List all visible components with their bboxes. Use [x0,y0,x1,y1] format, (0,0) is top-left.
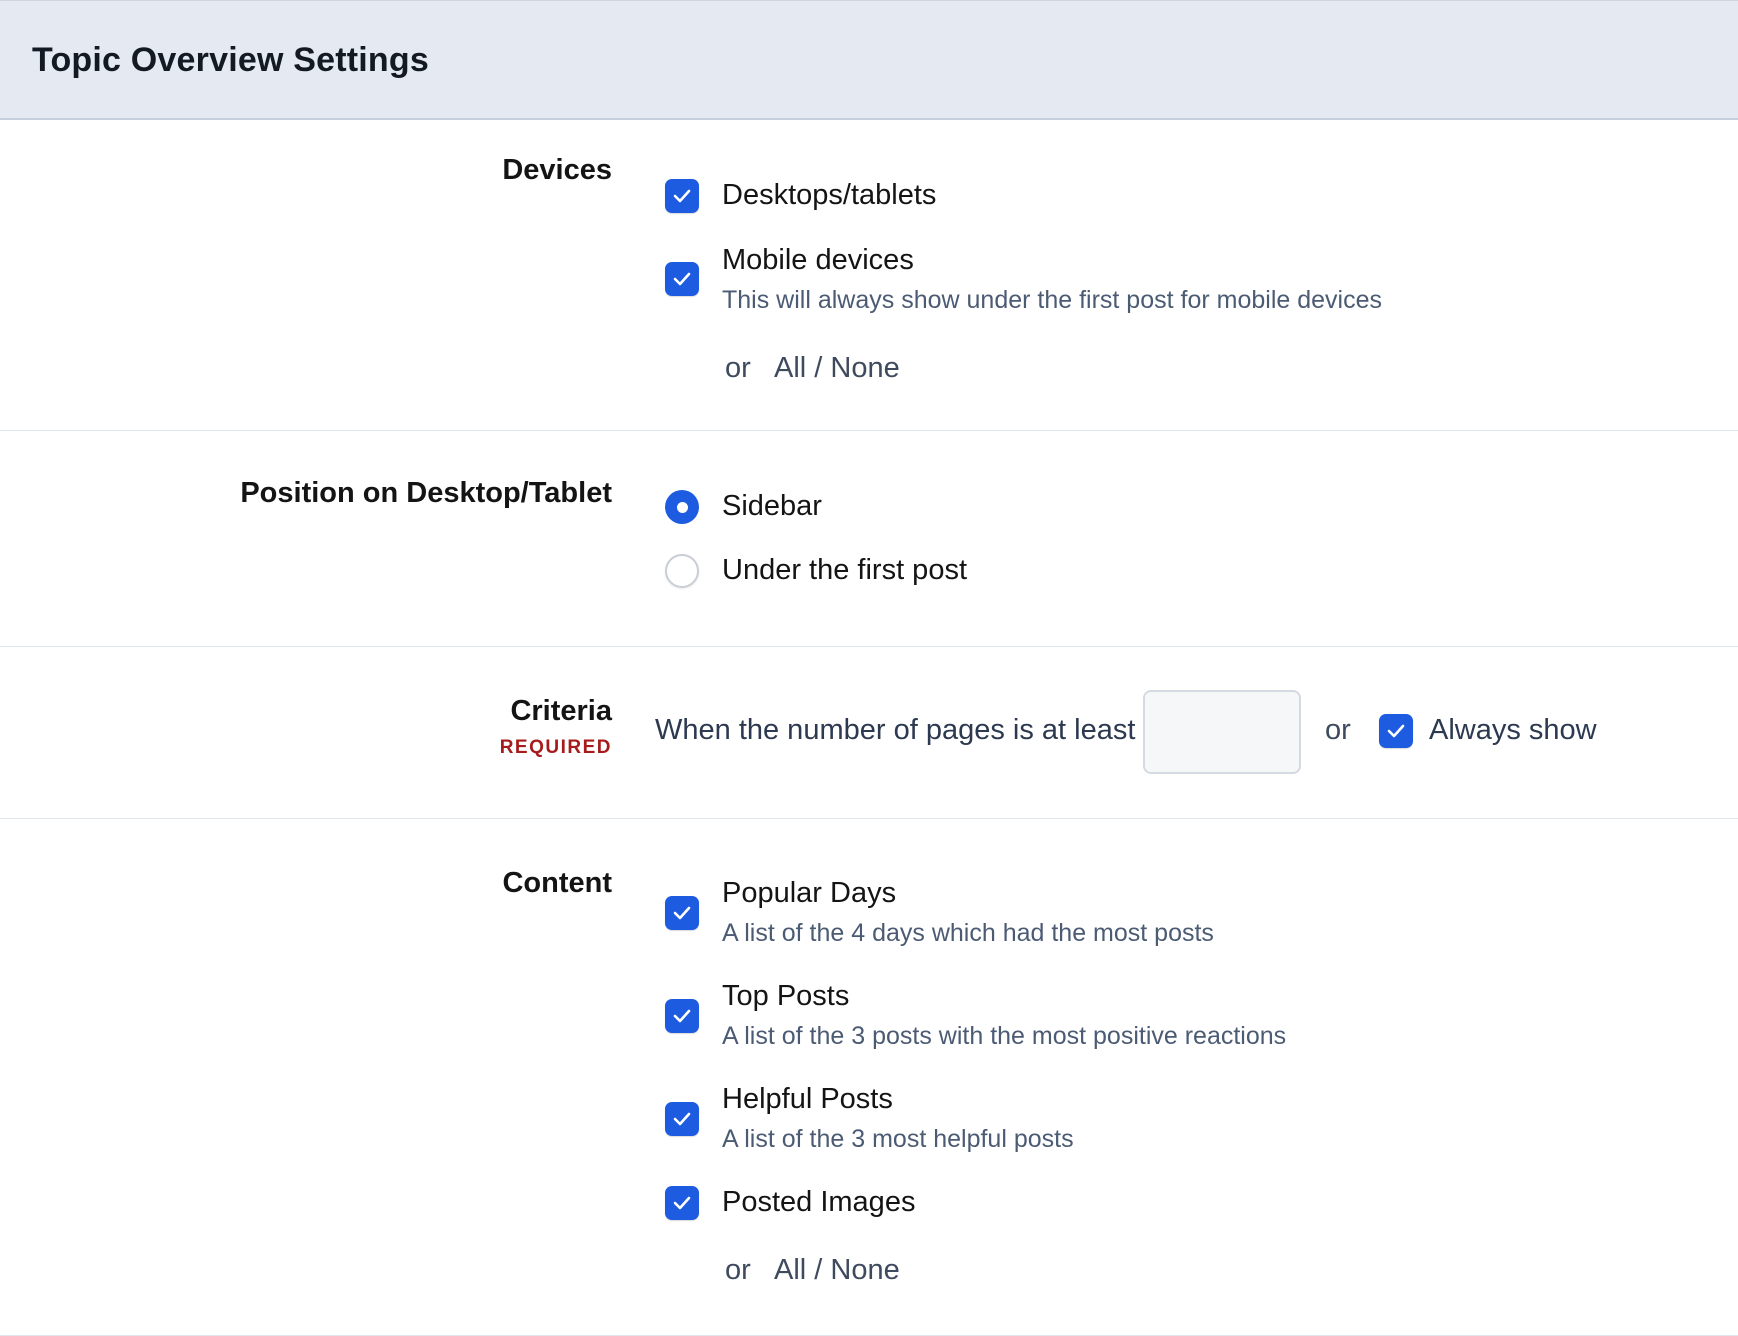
sidebar-radio[interactable] [665,490,699,524]
mobile-devices-description: This will always show under the first po… [722,286,1382,314]
check-icon [673,1112,691,1126]
top-posts-label[interactable]: Top Posts [722,980,849,1013]
under-first-post-label[interactable]: Under the first post [722,554,967,587]
posted-images-label[interactable]: Posted Images [722,1186,915,1219]
always-show-checkbox[interactable] [1379,714,1413,748]
posted-images-checkbox[interactable] [665,1186,699,1220]
helpful-posts-label[interactable]: Helpful Posts [722,1083,893,1116]
settings-page: Topic Overview Settings Devices Desktops… [0,0,1738,1336]
criteria-or-text: or [1325,714,1351,746]
popular-days-label[interactable]: Popular Days [722,877,896,910]
position-label: Position on Desktop/Tablet [240,477,612,509]
radio-dot [676,501,688,513]
check-icon [673,1009,691,1023]
devices-label: Devices [502,154,612,186]
sidebar-label[interactable]: Sidebar [722,490,822,523]
top-posts-description: A list of the 3 posts with the most posi… [722,1022,1287,1050]
top-posts-checkbox[interactable] [665,999,699,1033]
helpful-posts-checkbox[interactable] [665,1102,699,1136]
page-header: Topic Overview Settings [0,0,1738,120]
devices-all-none-link[interactable]: All / None [774,352,900,385]
desktops-tablets-label[interactable]: Desktops/tablets [722,179,936,212]
content-all-none-link[interactable]: All / None [774,1254,900,1287]
mobile-devices-label[interactable]: Mobile devices [722,244,914,277]
criteria-label: Criteria [510,695,612,727]
check-icon [673,272,691,286]
check-icon [673,906,691,920]
check-icon [673,189,691,203]
helpful-posts-description: A list of the 3 most helpful posts [722,1125,1074,1153]
content-label: Content [502,867,612,899]
content-section: Content Popular Days A list of the 4 day… [0,819,1738,1336]
check-icon [1387,724,1405,738]
position-section: Position on Desktop/Tablet Sidebar Under… [0,431,1738,647]
under-first-post-radio[interactable] [665,554,699,588]
desktops-tablets-checkbox[interactable] [665,179,699,213]
criteria-prefix-text: When the number of pages is at least [655,714,1136,746]
required-tag: REQUIRED [499,737,612,758]
always-show-label[interactable]: Always show [1429,714,1597,747]
devices-section: Devices Desktops/tablets Mobile devices … [0,120,1738,431]
popular-days-description: A list of the 4 days which had the most … [722,919,1214,947]
popular-days-checkbox[interactable] [665,896,699,930]
min-pages-input[interactable] [1143,690,1301,774]
mobile-devices-checkbox[interactable] [665,262,699,296]
content-or-text: or [725,1254,751,1286]
devices-or-text: or [725,352,751,384]
check-icon [673,1196,691,1210]
criteria-section: Criteria REQUIRED When the number of pag… [0,647,1738,819]
page-title: Topic Overview Settings [32,41,429,79]
